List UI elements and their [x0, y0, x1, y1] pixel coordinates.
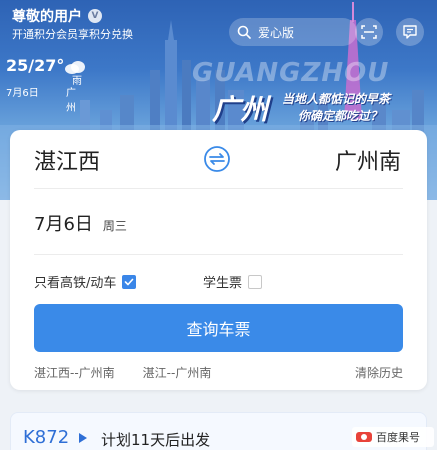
source-watermark: 百度果号: [352, 427, 434, 447]
swap-stations-icon[interactable]: [203, 145, 231, 173]
user-greeting[interactable]: 尊敬的用户 V: [12, 6, 102, 26]
weather-widget[interactable]: 25/27° 雨 7月6日 广州: [6, 56, 85, 114]
banner-promo-line-1[interactable]: 当地人都惦记的早茶: [282, 90, 390, 107]
weather-date: 7月6日: [6, 88, 39, 99]
arrival-station[interactable]: 广州南: [335, 144, 401, 176]
trip-countdown-text: 计划11天后出发: [101, 431, 211, 449]
divider: [34, 254, 403, 255]
divider: [34, 188, 403, 189]
weather-city: 广州: [66, 88, 76, 114]
student-checkbox[interactable]: [248, 274, 263, 289]
history-item[interactable]: 湛江西--广州南: [34, 364, 115, 381]
banner-english-text: GUANGZHOU: [192, 58, 390, 88]
search-history: 湛江西--广州南 湛江--广州南 清除历史: [34, 364, 403, 381]
caret-right-icon: [79, 433, 87, 443]
student-option-label: 学生票: [203, 276, 243, 291]
watermark-text: 百度果号: [376, 431, 420, 444]
search-bar[interactable]: 爱心版: [229, 18, 357, 46]
ticket-search-card: 湛江西 广州南 7月6日 周三 只看高铁/动车 学生票 查询车票 湛江西--广州…: [10, 130, 427, 390]
highspeed-checkbox[interactable]: [122, 274, 137, 289]
message-button[interactable]: [396, 18, 424, 46]
message-icon: [403, 25, 417, 39]
search-label: 爱心版: [258, 25, 295, 40]
points-promo-text[interactable]: 开通积分会员享积分兑换: [12, 28, 162, 42]
scan-icon: [361, 25, 377, 39]
student-ticket-option[interactable]: 学生票: [203, 272, 263, 291]
train-number: K872: [23, 427, 70, 448]
banner-chinese-title[interactable]: 广州: [212, 88, 268, 128]
clear-history-button[interactable]: 清除历史: [355, 364, 403, 381]
travel-date-picker[interactable]: 7月6日 周三: [34, 210, 127, 236]
search-tickets-button[interactable]: 查询车票: [34, 304, 403, 352]
banner-promo-line-2[interactable]: 你确定都吃过？: [298, 107, 382, 124]
departure-station[interactable]: 湛江西: [34, 144, 100, 176]
checkmark-icon: [125, 278, 134, 285]
history-item[interactable]: 湛江--广州南: [143, 364, 212, 381]
brand-logo-icon: [356, 432, 372, 442]
travel-weekday: 周三: [102, 219, 127, 233]
scan-button[interactable]: [355, 18, 383, 46]
vip-badge-icon: V: [88, 9, 102, 23]
highspeed-only-option[interactable]: 只看高铁/动车: [34, 272, 137, 291]
search-icon: [237, 25, 251, 39]
travel-date: 7月6日: [34, 214, 93, 235]
temperature-text: 25/27°: [6, 56, 65, 75]
greeting-text: 尊敬的用户: [12, 9, 82, 25]
highspeed-option-label: 只看高铁/动车: [34, 276, 117, 291]
